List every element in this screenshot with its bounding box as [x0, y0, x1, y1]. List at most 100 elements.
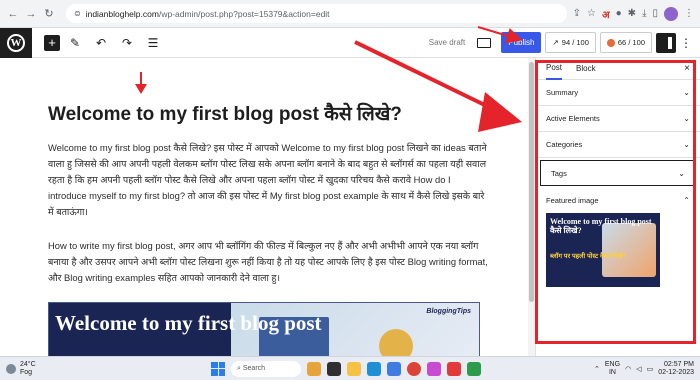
wordpress-icon: W — [7, 33, 25, 52]
readability-score-value: 66 / 100 — [617, 38, 645, 47]
list-view-icon[interactable]: ☰ — [142, 32, 164, 54]
language-indicator[interactable]: ENG IN — [605, 361, 620, 377]
chevron-down-icon: ⌄ — [683, 88, 690, 97]
add-block-button[interactable]: + — [44, 34, 60, 51]
settings-sidebar-toggle[interactable] — [656, 32, 676, 53]
weather-label: Fog — [20, 368, 33, 376]
canvas-scrollbar[interactable] — [528, 58, 535, 356]
editor-header: W + ✎ ↶ ↷ ☰ Save draft Publish ↗ 94 / 100… — [0, 27, 700, 58]
seo-score-button[interactable]: ↗ 94 / 100 — [545, 32, 596, 53]
close-icon[interactable]: × — [684, 63, 690, 74]
taskbar-search[interactable]: ⌕ Search — [231, 360, 301, 377]
widgets-app-icon[interactable] — [307, 361, 321, 376]
readability-status-icon — [606, 38, 615, 47]
url-path: /wp-admin/post.php?post=15379&action=edi… — [158, 8, 330, 19]
paragraph-block[interactable]: Welcome to my first blog post कैसे लिखे?… — [48, 140, 488, 220]
forward-icon[interactable]: → — [24, 7, 38, 21]
settings-sidebar: Post Block × Summary ⌄ Active Elements ⌄ C… — [535, 58, 700, 356]
address-bar[interactable]: ⊜ indianbloghelp.com/wp-admin/post.php?p… — [66, 4, 567, 23]
language-code: ENG — [604, 360, 621, 368]
extensions-area: ⇪ ☆ अ ● ✱ ⤓ ▯ ⋮ — [573, 6, 694, 21]
preview-icon[interactable] — [477, 37, 492, 48]
save-draft-button[interactable]: Save draft — [429, 38, 465, 47]
seo-score-value: 94 / 100 — [561, 38, 589, 47]
readability-score-button[interactable]: 66 / 100 — [599, 32, 652, 53]
temperature: 24°C — [20, 360, 36, 368]
reload-icon[interactable]: ↻ — [42, 7, 56, 21]
puzzle-extensions-icon[interactable]: ✱ — [628, 8, 636, 19]
redo-icon[interactable]: ↷ — [116, 32, 138, 54]
panel-tags[interactable]: Tags ⌄ — [540, 160, 696, 186]
panel-label: Categories — [546, 140, 583, 149]
sidebar-tabs: Post Block × — [536, 58, 700, 80]
featured-image-header[interactable]: Featured image ⌃ — [546, 196, 690, 205]
volume-icon[interactable]: ◁ — [636, 365, 641, 373]
app-icon[interactable] — [467, 361, 481, 376]
options-menu-icon[interactable]: ⋮ — [680, 36, 692, 50]
wordpress-logo-button[interactable]: W — [0, 27, 32, 58]
chevron-down-icon: ⌄ — [683, 114, 690, 123]
image-block[interactable]: Welcome to my first blog post BloggingTi… — [48, 302, 480, 356]
panel-categories[interactable]: Categories ⌄ — [536, 132, 700, 158]
chevron-down-icon: ⌄ — [678, 168, 685, 178]
panel-label: Active Elements — [546, 114, 600, 123]
paragraph-block[interactable]: How to write my first blog post, अगर आप … — [48, 238, 488, 286]
image-brand-text: BloggingTips — [426, 308, 471, 315]
pen-tool-icon[interactable]: ✎ — [64, 32, 86, 54]
site-info-icon[interactable]: ⊜ — [74, 9, 81, 18]
file-explorer-icon[interactable] — [347, 361, 361, 376]
hindi-extension-icon[interactable]: अ — [602, 7, 610, 21]
region-code: IN — [608, 368, 616, 376]
system-tray: ⌃ ENG IN ◠ ◁ ▭ 02:57 PM 02-12-2023 — [594, 361, 694, 377]
editor-canvas: Welcome to my first blog post कैसे लिखे?… — [0, 58, 528, 356]
image-heading-text: Welcome to my first blog post — [55, 311, 322, 335]
screen: ← → ↻ ⊜ indianbloghelp.com/wp-admin/post… — [0, 0, 700, 380]
browser-toolbar: ← → ↻ ⊜ indianbloghelp.com/wp-admin/post… — [0, 0, 700, 28]
download-icon[interactable]: ⤓ — [642, 8, 646, 19]
date: 02-12-2023 — [658, 368, 694, 376]
tray-chevron-icon[interactable]: ⌃ — [594, 365, 600, 373]
panel-summary[interactable]: Summary ⌄ — [536, 80, 700, 106]
back-icon[interactable]: ← — [6, 7, 20, 21]
scrollbar-thumb[interactable] — [529, 62, 534, 302]
windows-start-icon[interactable] — [211, 361, 225, 376]
app-icon[interactable] — [447, 361, 461, 376]
battery-icon[interactable]: ▭ — [647, 365, 654, 373]
bookmark-star-icon[interactable]: ☆ — [587, 8, 596, 19]
thumbnail-heading-text: Welcome to my first blog post कैसे लिखे? — [550, 217, 652, 235]
url-domain: indianbloghelp.com — [85, 8, 159, 19]
panel-active-elements[interactable]: Active Elements ⌄ — [536, 106, 700, 132]
record-icon[interactable]: ● — [616, 8, 622, 19]
editor-header-actions: Save draft Publish ↗ 94 / 100 66 / 100 ⋮ — [429, 28, 700, 58]
panel-label: Featured image — [546, 196, 599, 205]
chrome-icon[interactable] — [407, 361, 421, 376]
chrome-menu-icon[interactable]: ⋮ — [684, 8, 694, 19]
task-view-icon[interactable] — [327, 361, 341, 376]
wifi-icon[interactable]: ◠ — [625, 365, 631, 373]
share-icon[interactable]: ⇪ — [573, 8, 581, 19]
profile-avatar[interactable] — [664, 6, 678, 21]
post-title[interactable]: Welcome to my first blog post कैसे लिखे? — [48, 100, 518, 126]
seo-graph-icon: ↗ — [552, 38, 559, 47]
weather-widget[interactable]: 24°C Fog — [6, 361, 66, 377]
fog-icon — [6, 363, 16, 374]
thumbnail-subheading-text: ब्लॉग पर पहली पोस्ट कैसे लिखें? — [550, 253, 627, 260]
tab-block[interactable]: Block — [576, 58, 596, 79]
clock[interactable]: 02:57 PM 02-12-2023 — [658, 361, 694, 377]
panel-label: Summary — [546, 88, 579, 97]
search-label: Search — [242, 365, 266, 372]
image-person-graphic — [379, 329, 413, 356]
panel-label: Tags — [551, 168, 567, 178]
chevron-up-icon: ⌃ — [683, 196, 690, 205]
taskbar-apps: ⌕ Search — [211, 360, 481, 377]
featured-image-thumbnail[interactable]: Welcome to my first blog post कैसे लिखे?… — [546, 213, 660, 287]
edge-icon[interactable] — [367, 361, 381, 376]
store-icon[interactable] — [387, 361, 401, 376]
tab-post[interactable]: Post — [546, 57, 563, 80]
panel-featured-image: Featured image ⌃ Welcome to my first blog… — [536, 188, 700, 295]
windows-taskbar: 24°C Fog ⌕ Search ⌃ ENG IN ◠ ◁ ▭ 02:57 PM 0… — [0, 356, 700, 380]
undo-icon[interactable]: ↶ — [90, 32, 112, 54]
app-icon[interactable] — [427, 361, 441, 376]
sidebar-toggle-icon[interactable]: ▯ — [652, 8, 658, 19]
publish-button[interactable]: Publish — [501, 32, 542, 53]
